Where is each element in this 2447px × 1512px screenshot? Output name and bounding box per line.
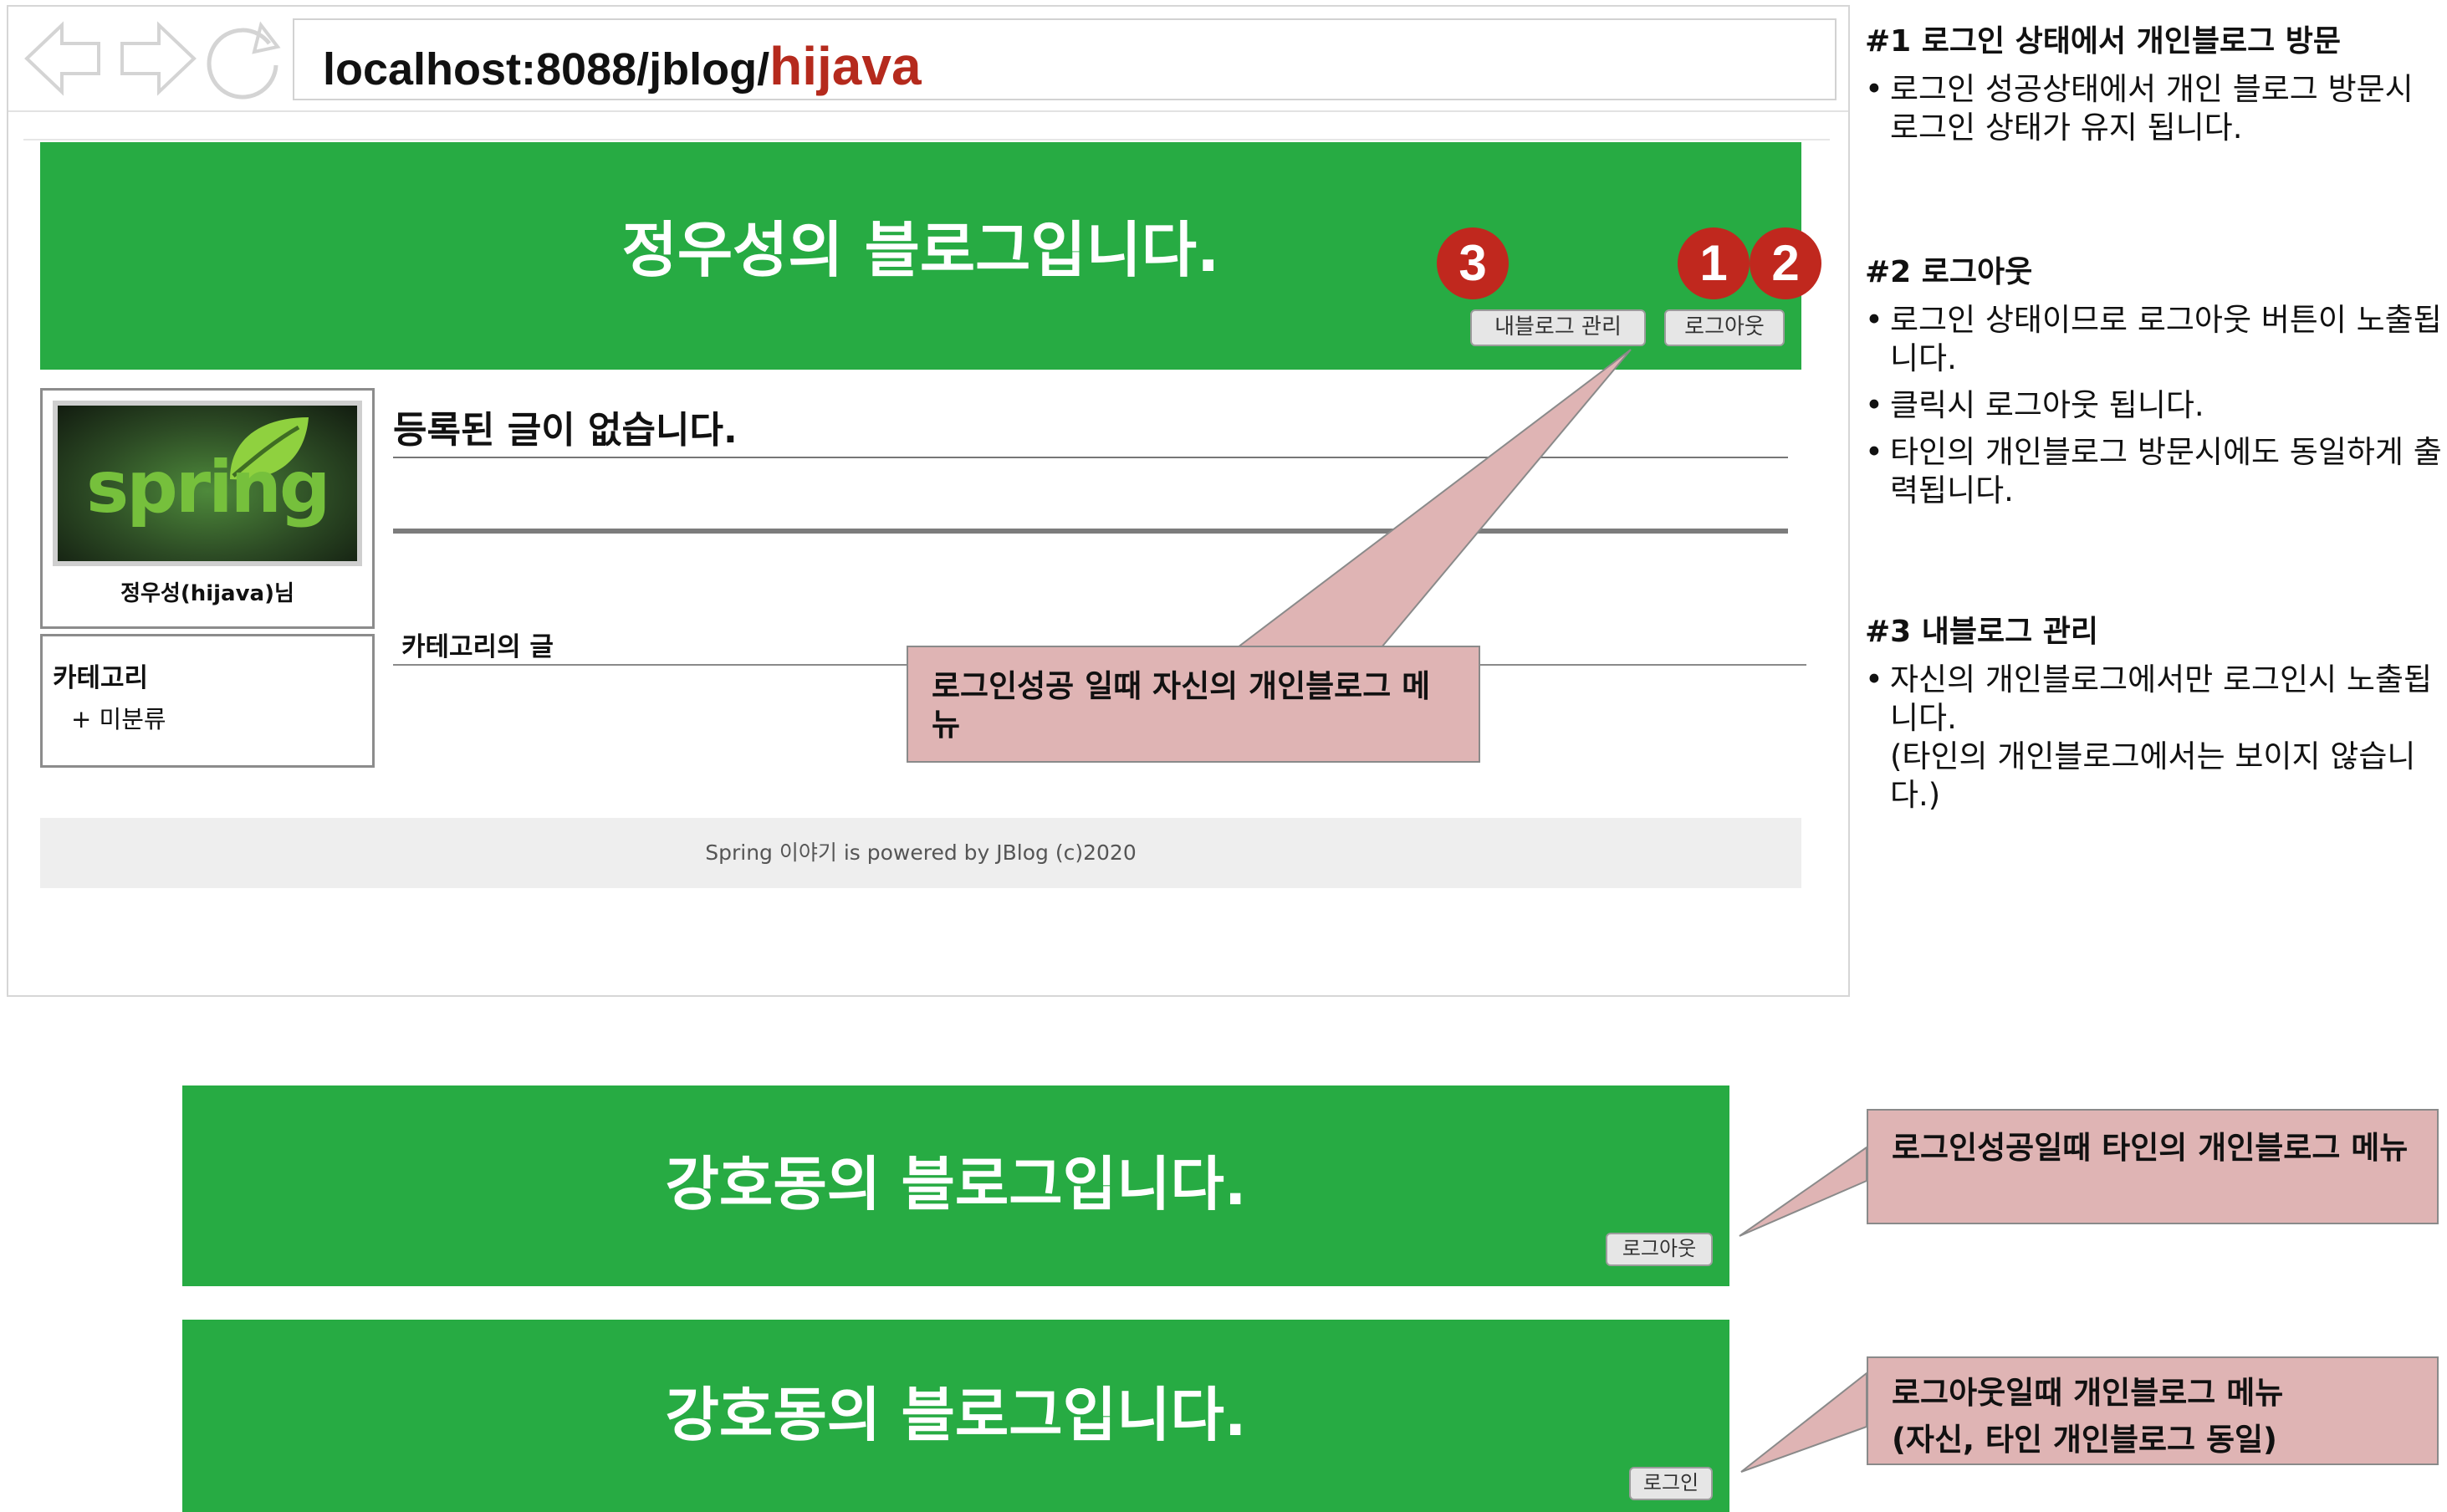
callout-own-blog-menu: 로그인성공 일때 자신의 개인블로그 메뉴: [907, 646, 1480, 763]
note-1-heading: #1 로그인 상태에서 개인블로그 방문: [1865, 24, 2342, 59]
note-2: #2 로그아웃 로그인 상태이므로 로그아웃 버튼이 노출됩니다. 클릭시 로그…: [1865, 248, 2442, 510]
other-blog-logout-button[interactable]: 로그아웃: [1606, 1233, 1713, 1266]
note-2-heading: #2 로그아웃: [1865, 255, 2033, 289]
login-button[interactable]: 로그인: [1629, 1467, 1713, 1500]
note-3-item: 자신의 개인블로그에서만 로그인시 노출됩니다. (타인의 개인블로그에서는 보…: [1865, 661, 2442, 815]
note-2-item: 타인의 개인블로그 방문시에도 동일하게 출력됩니다.: [1865, 433, 2442, 510]
note-1: #1 로그인 상태에서 개인블로그 방문 로그인 성공상태에서 개인 블로그 방…: [1865, 17, 2442, 147]
note-3: #3 내블로그 관리 자신의 개인블로그에서만 로그인시 노출됩니다. (타인의…: [1865, 607, 2442, 815]
other-blog-header: 강호동의 블로그입니다. 로그아웃: [182, 1085, 1729, 1286]
note-3-line: (타인의 개인블로그에서는 보이지 않습니다.): [1890, 738, 2416, 813]
callout-logged-out-menu: 로그아웃일때 개인블로그 메뉴 (자신, 타인 개인블로그 동일): [1867, 1356, 2439, 1465]
note-3-line: 자신의 개인블로그에서만 로그인시 노출됩니다.: [1890, 662, 2433, 736]
note-2-item: 클릭시 로그아웃 됩니다.: [1865, 386, 2442, 425]
note-3-heading: #3 내블로그 관리: [1865, 615, 2098, 649]
callout-other-blog-menu: 로그인성공일때 타인의 개인블로그 메뉴: [1867, 1109, 2439, 1224]
note-2-item: 로그인 상태이므로 로그아웃 버튼이 노출됩니다.: [1865, 301, 2442, 378]
logged-out-blog-title: 강호동의 블로그입니다.: [665, 1381, 1247, 1449]
notes-panel: #1 로그인 상태에서 개인블로그 방문 로그인 성공상태에서 개인 블로그 방…: [1865, 17, 2442, 815]
note-1-item: 로그인 성공상태에서 개인 블로그 방문시 로그인 상태가 유지 됩니다.: [1865, 70, 2442, 147]
callout-logged-out-line2: (자신, 타인 개인블로그 동일): [1892, 1422, 2277, 1458]
callout-logged-out-line1: 로그아웃일때 개인블로그 메뉴: [1892, 1375, 2284, 1411]
logged-out-blog-header: 강호동의 블로그입니다. 로그인: [182, 1320, 1729, 1512]
other-blog-title: 강호동의 블로그입니다.: [665, 1150, 1247, 1218]
